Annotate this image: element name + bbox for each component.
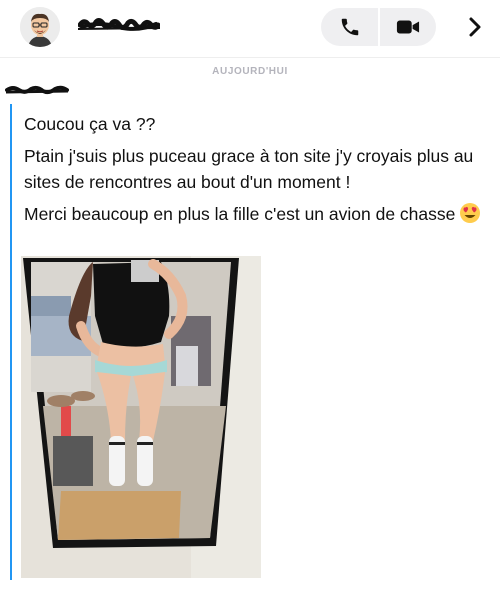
chat-message: Coucou ça va ?? [24,111,484,137]
heart-eyes-emoji-icon [459,202,481,231]
voice-call-button[interactable] [321,8,378,46]
bitmoji-avatar-icon [20,7,60,47]
open-profile-button[interactable] [462,14,488,40]
sender-name-redacted [5,85,69,95]
chat-header [0,0,500,58]
chevron-right-icon [469,17,481,37]
chat-message: Ptain j'suis plus puceau grace à ton sit… [24,143,494,195]
message-text: Ptain j'suis plus puceau grace à ton sit… [24,146,474,192]
message-thread-bar [10,104,12,580]
contact-name-redacted [78,18,160,31]
message-text: Coucou ça va ?? [24,114,156,134]
contact-avatar[interactable] [20,7,60,47]
video-camera-icon [396,20,419,34]
message-text: Merci beaucoup en plus la fille c'est un… [24,204,456,224]
day-separator: AUJOURD'HUI [212,66,288,77]
phone-icon [341,18,358,36]
call-button-group [321,8,436,46]
video-call-button[interactable] [379,8,436,46]
mirror-selfie-photo [21,256,261,578]
chat-message: Merci beaucoup en plus la fille c'est un… [24,201,494,231]
photo-attachment[interactable] [21,256,261,578]
